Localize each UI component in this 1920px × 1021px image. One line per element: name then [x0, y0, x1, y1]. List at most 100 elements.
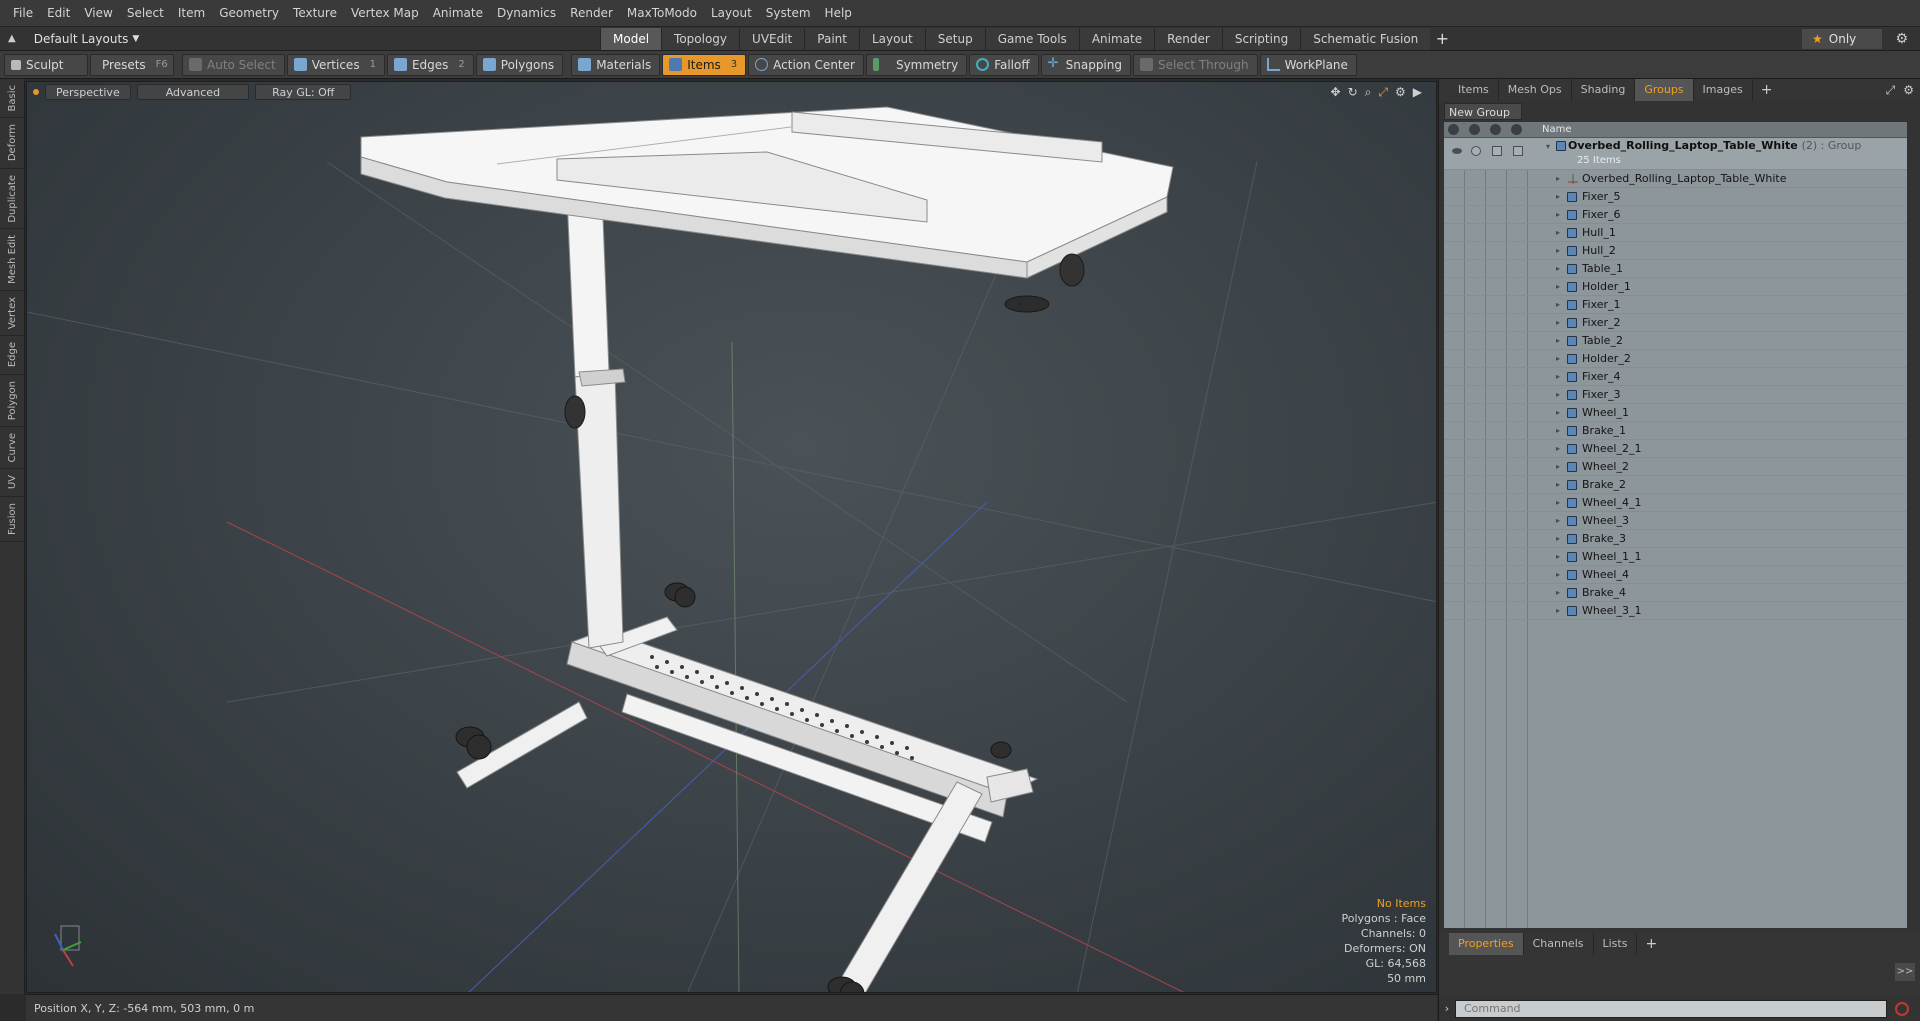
expand-icon[interactable]: ▸	[1556, 440, 1560, 458]
side-tab-curve[interactable]: Curve	[0, 427, 25, 470]
panel-tab-items[interactable]: Items	[1449, 79, 1499, 101]
expand-icon[interactable]: ▸	[1556, 512, 1560, 530]
expand-icon[interactable]: ▸	[1556, 602, 1560, 620]
expand-icon[interactable]: ▸	[1556, 494, 1560, 512]
sculpt-button[interactable]: Sculpt	[4, 53, 88, 76]
zoom-icon[interactable]: ⌕	[1365, 85, 1372, 100]
symmetry-button[interactable]: Symmetry	[865, 53, 968, 76]
menu-help[interactable]: Help	[818, 0, 859, 27]
expand-icon[interactable]: ▸	[1556, 368, 1560, 386]
falloff-button[interactable]: Falloff	[969, 53, 1039, 76]
3d-viewport[interactable]: Perspective Advanced Ray GL: Off ✥ ↻ ⌕ ⤢…	[26, 81, 1437, 993]
scene-render[interactable]	[27, 82, 1437, 993]
list-item[interactable]: ▸ Brake_2	[1444, 476, 1907, 494]
menu-system[interactable]: System	[759, 0, 818, 27]
lock-icon[interactable]	[1490, 124, 1501, 135]
tab-layout[interactable]: Layout	[858, 27, 925, 50]
panel-tab-channels[interactable]: Channels	[1524, 933, 1594, 955]
tab-paint[interactable]: Paint	[804, 27, 859, 50]
items-button[interactable]: Items 3	[662, 53, 747, 76]
panel-tab-properties[interactable]: Properties	[1449, 933, 1524, 955]
render-toggle[interactable]	[1471, 146, 1481, 156]
list-item[interactable]: ▸ Brake_4	[1444, 584, 1907, 602]
side-tab-duplicate[interactable]: Duplicate	[0, 169, 25, 230]
tab-model[interactable]: Model	[600, 27, 662, 50]
auto-select-button[interactable]: Auto Select	[182, 53, 285, 76]
rotate-icon[interactable]: ↻	[1348, 85, 1358, 100]
properties-expand-button[interactable]: >>	[1895, 963, 1915, 981]
expand-icon[interactable]: ▸	[1556, 188, 1560, 206]
list-item[interactable]: ▸ Brake_1	[1444, 422, 1907, 440]
add-tab-button[interactable]: +	[1430, 28, 1454, 50]
select-through-button[interactable]: Select Through	[1133, 53, 1258, 76]
menu-dynamics[interactable]: Dynamics	[490, 0, 563, 27]
only-button[interactable]: ★ Only	[1802, 29, 1882, 49]
menu-animate[interactable]: Animate	[426, 0, 490, 27]
materials-button[interactable]: Materials	[571, 53, 661, 76]
tab-render[interactable]: Render	[1154, 27, 1222, 50]
workplane-button[interactable]: WorkPlane	[1259, 53, 1357, 76]
collapse-icon[interactable]: ▾	[1546, 140, 1550, 154]
list-item[interactable]: ▸ Overbed_Rolling_Laptop_Table_White	[1444, 170, 1907, 188]
side-tab-polygon[interactable]: Polygon	[0, 375, 25, 427]
list-item[interactable]: ▸ Hull_1	[1444, 224, 1907, 242]
expand-icon[interactable]: ▸	[1556, 584, 1560, 602]
list-item[interactable]: ▸ Wheel_2	[1444, 458, 1907, 476]
gear-icon[interactable]: ⚙	[1903, 83, 1914, 98]
polygons-button[interactable]: Polygons	[475, 53, 564, 76]
list-item[interactable]: ▸ Hull_2	[1444, 242, 1907, 260]
select-icon[interactable]	[1511, 124, 1522, 135]
new-group-button[interactable]: New Group	[1444, 103, 1522, 120]
gear-icon[interactable]: ⚙	[1395, 85, 1406, 100]
vertices-button[interactable]: Vertices 1	[286, 53, 385, 76]
menu-edit[interactable]: Edit	[40, 0, 77, 27]
expand-icon[interactable]: ▸	[1556, 314, 1560, 332]
chevron-right-icon[interactable]: ›	[1439, 1002, 1455, 1015]
raygl-button[interactable]: Ray GL: Off	[255, 84, 352, 100]
expand-icon[interactable]: ▸	[1556, 350, 1560, 368]
tab-uvedit[interactable]: UVEdit	[739, 27, 805, 50]
expand-icon[interactable]: ▸	[1556, 566, 1560, 584]
pan-icon[interactable]: ✥	[1331, 85, 1341, 100]
menu-file[interactable]: File	[6, 0, 40, 27]
visibility-icon[interactable]	[1448, 124, 1459, 135]
side-tab-fusion[interactable]: Fusion	[0, 497, 25, 542]
expand-icon[interactable]: ▸	[1556, 278, 1560, 296]
add-tab-button[interactable]: +	[1637, 936, 1665, 952]
expand-icon[interactable]: ▸	[1556, 404, 1560, 422]
menu-render[interactable]: Render	[563, 0, 620, 27]
list-item[interactable]: ▸ Brake_3	[1444, 530, 1907, 548]
side-tab-mesh-edit[interactable]: Mesh Edit	[0, 229, 25, 292]
expand-icon[interactable]: ▸	[1556, 170, 1560, 188]
groups-list[interactable]: Name ▾ Overbed_Rolling_Laptop_Table_Whit…	[1444, 122, 1907, 928]
expand-icon[interactable]: ▸	[1556, 260, 1560, 278]
expand-icon[interactable]: ▸	[1556, 242, 1560, 260]
side-tab-uv[interactable]: UV	[0, 469, 25, 497]
name-column-header[interactable]: Name	[1542, 124, 1572, 135]
panel-tab-mesh-ops[interactable]: Mesh Ops	[1499, 79, 1572, 101]
side-tab-vertex[interactable]: Vertex	[0, 291, 25, 337]
group-row[interactable]: ▾ Overbed_Rolling_Laptop_Table_White (2)…	[1444, 138, 1907, 170]
list-item[interactable]: ▸ Holder_2	[1444, 350, 1907, 368]
list-item[interactable]: ▸ Fixer_2	[1444, 314, 1907, 332]
layout-dropdown[interactable]: ▲ Default Layouts ▼	[0, 27, 600, 51]
expand-icon[interactable]: ▸	[1556, 476, 1560, 494]
expand-icon[interactable]: ▸	[1556, 332, 1560, 350]
tab-topology[interactable]: Topology	[661, 27, 740, 50]
list-item[interactable]: ▸ Fixer_5	[1444, 188, 1907, 206]
panel-tab-images[interactable]: Images	[1694, 79, 1753, 101]
list-item[interactable]: ▸ Table_1	[1444, 260, 1907, 278]
menu-item[interactable]: Item	[171, 0, 212, 27]
chevron-down-icon[interactable]: ▼	[132, 34, 139, 44]
tab-scripting[interactable]: Scripting	[1221, 27, 1301, 50]
layout-dropdown-label[interactable]: Default Layouts	[34, 32, 129, 46]
tab-setup[interactable]: Setup	[924, 27, 985, 50]
expand-icon[interactable]: ▸	[1556, 530, 1560, 548]
eye-icon[interactable]	[1452, 148, 1462, 154]
list-item[interactable]: ▸ Fixer_4	[1444, 368, 1907, 386]
play-icon[interactable]: ▶	[1413, 85, 1422, 100]
list-item[interactable]: ▸ Wheel_3_1	[1444, 602, 1907, 620]
side-tab-edge[interactable]: Edge	[0, 336, 25, 375]
add-tab-button[interactable]: +	[1753, 82, 1781, 98]
side-tab-deform[interactable]: Deform	[0, 118, 25, 169]
